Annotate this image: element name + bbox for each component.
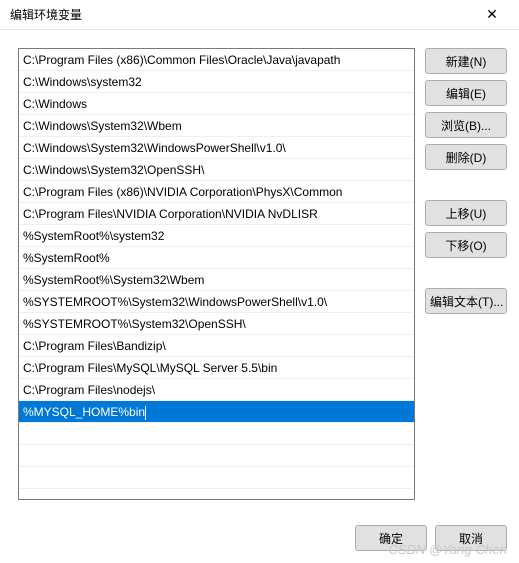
close-icon: ✕ bbox=[486, 6, 498, 23]
dialog-footer: 确定 取消 bbox=[355, 525, 507, 551]
new-button[interactable]: 新建(N) bbox=[425, 48, 507, 74]
window-title: 编辑环境变量 bbox=[10, 6, 82, 23]
close-button[interactable]: ✕ bbox=[471, 2, 513, 28]
delete-button[interactable]: 删除(D) bbox=[425, 144, 507, 170]
path-listbox[interactable]: C:\Program Files (x86)\Common Files\Orac… bbox=[18, 48, 415, 500]
list-item[interactable]: %SYSTEMROOT%\System32\WindowsPowerShell\… bbox=[19, 291, 414, 313]
list-item[interactable]: C:\Windows bbox=[19, 93, 414, 115]
list-item[interactable]: %MYSQL_HOME%bin bbox=[19, 401, 414, 423]
list-item[interactable]: %SYSTEMROOT%\System32\OpenSSH\ bbox=[19, 313, 414, 335]
list-item[interactable]: C:\Program Files\Bandizip\ bbox=[19, 335, 414, 357]
list-item[interactable]: C:\Program Files\NVIDIA Corporation\NVID… bbox=[19, 203, 414, 225]
spacer bbox=[425, 264, 507, 282]
button-sidebar: 新建(N) 编辑(E) 浏览(B)... 删除(D) 上移(U) 下移(O) 编… bbox=[425, 48, 507, 551]
list-item[interactable]: C:\Windows\System32\WindowsPowerShell\v1… bbox=[19, 137, 414, 159]
list-item[interactable]: C:\Program Files (x86)\NVIDIA Corporatio… bbox=[19, 181, 414, 203]
list-item[interactable]: C:\Windows\System32\Wbem bbox=[19, 115, 414, 137]
list-item[interactable]: %SystemRoot%\system32 bbox=[19, 225, 414, 247]
move-up-button[interactable]: 上移(U) bbox=[425, 200, 507, 226]
list-item bbox=[19, 423, 414, 445]
list-item[interactable]: C:\Program Files\nodejs\ bbox=[19, 379, 414, 401]
list-item[interactable]: %SystemRoot% bbox=[19, 247, 414, 269]
list-item[interactable]: C:\Windows\System32\OpenSSH\ bbox=[19, 159, 414, 181]
list-item bbox=[19, 445, 414, 467]
spacer bbox=[425, 176, 507, 194]
list-item[interactable]: C:\Program Files\MySQL\MySQL Server 5.5\… bbox=[19, 357, 414, 379]
ok-button[interactable]: 确定 bbox=[355, 525, 427, 551]
browse-button[interactable]: 浏览(B)... bbox=[425, 112, 507, 138]
titlebar: 编辑环境变量 ✕ bbox=[0, 0, 519, 30]
list-item bbox=[19, 467, 414, 489]
edit-button[interactable]: 编辑(E) bbox=[425, 80, 507, 106]
move-down-button[interactable]: 下移(O) bbox=[425, 232, 507, 258]
edit-text-button[interactable]: 编辑文本(T)... bbox=[425, 288, 507, 314]
list-item[interactable]: %SystemRoot%\System32\Wbem bbox=[19, 269, 414, 291]
list-item[interactable]: C:\Program Files (x86)\Common Files\Orac… bbox=[19, 49, 414, 71]
content-area: C:\Program Files (x86)\Common Files\Orac… bbox=[0, 30, 519, 563]
list-item[interactable]: C:\Windows\system32 bbox=[19, 71, 414, 93]
cancel-button[interactable]: 取消 bbox=[435, 525, 507, 551]
